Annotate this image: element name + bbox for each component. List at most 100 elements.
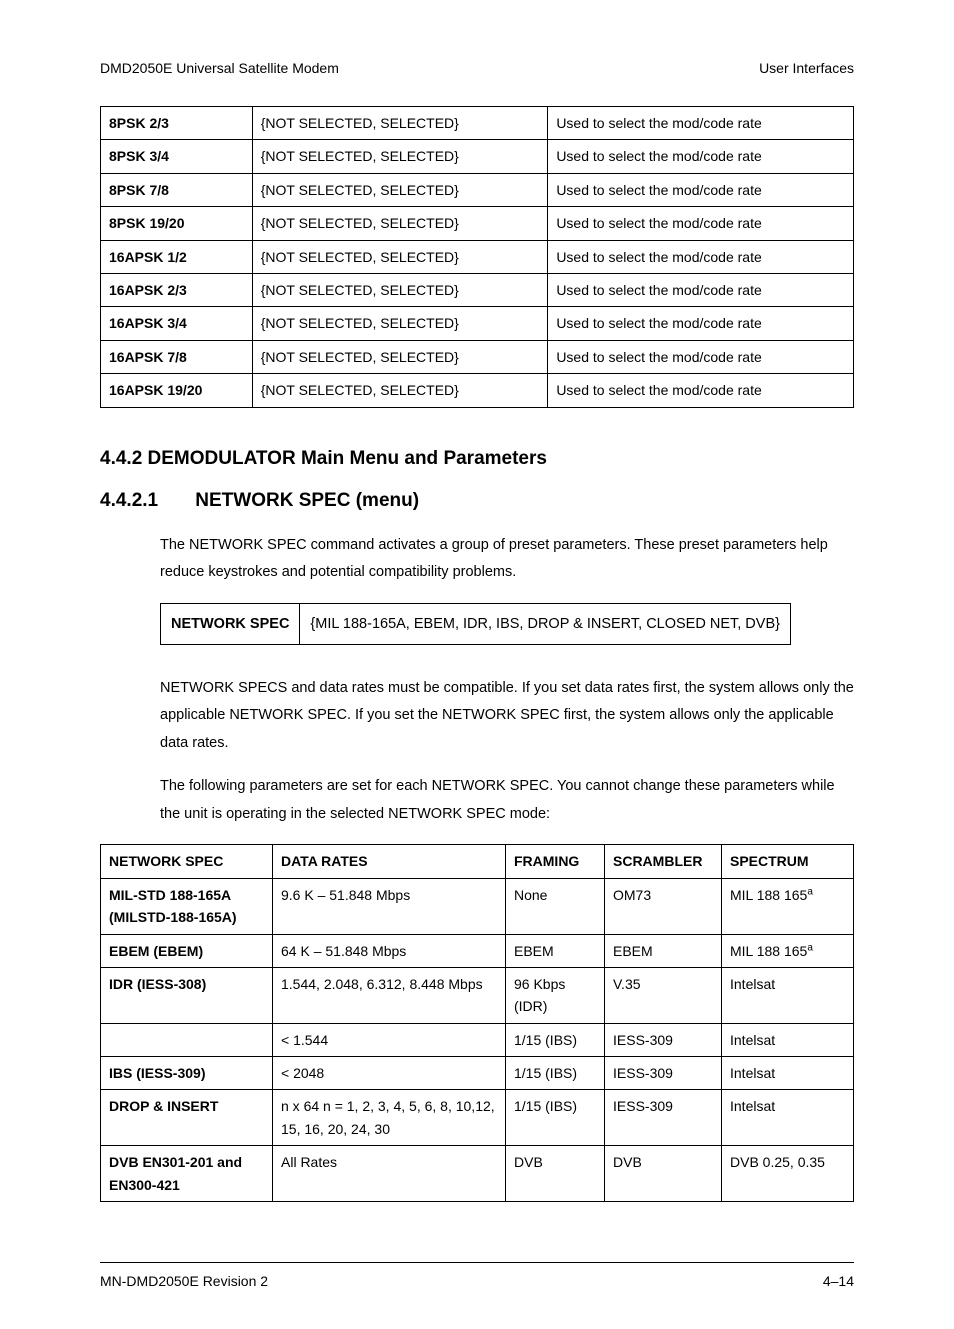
cell: Used to select the mod/code rate xyxy=(548,240,854,273)
cell: Used to select the mod/code rate xyxy=(548,273,854,306)
cell: Used to select the mod/code rate xyxy=(548,374,854,407)
cell: {NOT SELECTED, SELECTED} xyxy=(252,240,548,273)
table-row: 8PSK 7/8{NOT SELECTED, SELECTED}Used to … xyxy=(101,173,854,206)
cell: All Rates xyxy=(273,1146,506,1202)
table-row: 16APSK 2/3{NOT SELECTED, SELECTED}Used t… xyxy=(101,273,854,306)
col-header: NETWORK SPEC xyxy=(101,845,273,878)
cell: {NOT SELECTED, SELECTED} xyxy=(252,273,548,306)
cell: 1.544, 2.048, 6.312, 8.448 Mbps xyxy=(273,967,506,1023)
table-row: 16APSK 3/4{NOT SELECTED, SELECTED}Used t… xyxy=(101,307,854,340)
cell: 96 Kbps (IDR) xyxy=(506,967,605,1023)
cell: IESS-309 xyxy=(605,1057,722,1090)
heading-number: 4.4.2.1 xyxy=(100,490,190,512)
table-row: IDR (IESS-308)1.544, 2.048, 6.312, 8.448… xyxy=(101,967,854,1023)
heading-442: 4.4.2 DEMODULATOR Main Menu and Paramete… xyxy=(100,448,854,470)
modcode-table: 8PSK 2/3{NOT SELECTED, SELECTED}Used to … xyxy=(100,106,854,408)
cell: 8PSK 2/3 xyxy=(101,107,253,140)
cell: None xyxy=(506,878,605,934)
network-spec-box: NETWORK SPEC {MIL 188-165A, EBEM, IDR, I… xyxy=(160,603,791,645)
cell: 16APSK 3/4 xyxy=(101,307,253,340)
cell: 16APSK 7/8 xyxy=(101,340,253,373)
col-header: SPECTRUM xyxy=(722,845,854,878)
col-header: FRAMING xyxy=(506,845,605,878)
cell: OM73 xyxy=(605,878,722,934)
cell: IDR (IESS-308) xyxy=(101,967,273,1023)
cell: 8PSK 19/20 xyxy=(101,207,253,240)
cell: {NOT SELECTED, SELECTED} xyxy=(252,307,548,340)
cell: EBEM (EBEM) xyxy=(101,934,273,967)
cell: 1/15 (IBS) xyxy=(506,1023,605,1056)
inset-value: {MIL 188-165A, EBEM, IDR, IBS, DROP & IN… xyxy=(300,603,791,644)
cell: EBEM xyxy=(506,934,605,967)
table-row: 8PSK 2/3{NOT SELECTED, SELECTED}Used to … xyxy=(101,107,854,140)
network-spec-table: NETWORK SPEC DATA RATES FRAMING SCRAMBLE… xyxy=(100,844,854,1202)
paragraph: NETWORK SPECS and data rates must be com… xyxy=(160,675,854,758)
page-footer: MN-DMD2050E Revision 2 4–14 xyxy=(100,1262,854,1289)
cell: {NOT SELECTED, SELECTED} xyxy=(252,374,548,407)
table-row: IBS (IESS-309)< 20481/15 (IBS)IESS-309In… xyxy=(101,1057,854,1090)
cell: 1/15 (IBS) xyxy=(506,1057,605,1090)
cell: IESS-309 xyxy=(605,1090,722,1146)
heading-4421: 4.4.2.1 NETWORK SPEC (menu) xyxy=(100,490,854,512)
col-header: SCRAMBLER xyxy=(605,845,722,878)
table-row: MIL-STD 188-165A (MILSTD-188-165A)9.6 K … xyxy=(101,878,854,934)
cell: {NOT SELECTED, SELECTED} xyxy=(252,107,548,140)
cell: Used to select the mod/code rate xyxy=(548,107,854,140)
table-row: < 1.5441/15 (IBS)IESS-309Intelsat xyxy=(101,1023,854,1056)
paragraph: The following parameters are set for eac… xyxy=(160,773,854,828)
cell: 1/15 (IBS) xyxy=(506,1090,605,1146)
cell: EBEM xyxy=(605,934,722,967)
cell: < 2048 xyxy=(273,1057,506,1090)
table-row: 16APSK 7/8{NOT SELECTED, SELECTED}Used t… xyxy=(101,340,854,373)
cell: Used to select the mod/code rate xyxy=(548,140,854,173)
cell: Used to select the mod/code rate xyxy=(548,207,854,240)
cell: Intelsat xyxy=(722,1090,854,1146)
superscript: a xyxy=(807,886,813,897)
cell: MIL-STD 188-165A (MILSTD-188-165A) xyxy=(101,878,273,934)
table-row: DROP & INSERTn x 64 n = 1, 2, 3, 4, 5, 6… xyxy=(101,1090,854,1146)
table-row: EBEM (EBEM)64 K – 51.848 MbpsEBEMEBEMMIL… xyxy=(101,934,854,967)
cell: DVB 0.25, 0.35 xyxy=(722,1146,854,1202)
cell: Used to select the mod/code rate xyxy=(548,307,854,340)
cell: {NOT SELECTED, SELECTED} xyxy=(252,207,548,240)
table-row: DVB EN301-201 and EN300-421All RatesDVBD… xyxy=(101,1146,854,1202)
paragraph: The NETWORK SPEC command activates a gro… xyxy=(160,532,854,587)
cell: V.35 xyxy=(605,967,722,1023)
cell: MIL 188 165a xyxy=(722,878,854,934)
cell: {NOT SELECTED, SELECTED} xyxy=(252,340,548,373)
table-row: 8PSK 19/20{NOT SELECTED, SELECTED}Used t… xyxy=(101,207,854,240)
superscript: a xyxy=(807,942,813,953)
cell: 16APSK 1/2 xyxy=(101,240,253,273)
col-header: DATA RATES xyxy=(273,845,506,878)
cell: Used to select the mod/code rate xyxy=(548,340,854,373)
table-row: 8PSK 3/4{NOT SELECTED, SELECTED}Used to … xyxy=(101,140,854,173)
inset-label: NETWORK SPEC xyxy=(161,603,300,644)
cell: 64 K – 51.848 Mbps xyxy=(273,934,506,967)
cell: Intelsat xyxy=(722,967,854,1023)
doc-title: DMD2050E Universal Satellite Modem xyxy=(100,60,339,76)
cell xyxy=(101,1023,273,1056)
table-row: 16APSK 1/2{NOT SELECTED, SELECTED}Used t… xyxy=(101,240,854,273)
cell: {NOT SELECTED, SELECTED} xyxy=(252,173,548,206)
cell: DVB xyxy=(506,1146,605,1202)
cell: 9.6 K – 51.848 Mbps xyxy=(273,878,506,934)
cell: IBS (IESS-309) xyxy=(101,1057,273,1090)
cell: DVB EN301-201 and EN300-421 xyxy=(101,1146,273,1202)
doc-section: User Interfaces xyxy=(759,60,854,76)
cell: Used to select the mod/code rate xyxy=(548,173,854,206)
cell: 8PSK 7/8 xyxy=(101,173,253,206)
cell: DVB xyxy=(605,1146,722,1202)
cell: 16APSK 19/20 xyxy=(101,374,253,407)
cell: DROP & INSERT xyxy=(101,1090,273,1146)
cell: < 1.544 xyxy=(273,1023,506,1056)
cell: 8PSK 3/4 xyxy=(101,140,253,173)
cell: Intelsat xyxy=(722,1057,854,1090)
cell: MIL 188 165a xyxy=(722,934,854,967)
cell: IESS-309 xyxy=(605,1023,722,1056)
table-row: 16APSK 19/20{NOT SELECTED, SELECTED}Used… xyxy=(101,374,854,407)
cell: n x 64 n = 1, 2, 3, 4, 5, 6, 8, 10,12, 1… xyxy=(273,1090,506,1146)
heading-title: NETWORK SPEC (menu) xyxy=(195,490,419,511)
cell: {NOT SELECTED, SELECTED} xyxy=(252,140,548,173)
footer-right: 4–14 xyxy=(823,1273,854,1289)
footer-left: MN-DMD2050E Revision 2 xyxy=(100,1273,268,1289)
